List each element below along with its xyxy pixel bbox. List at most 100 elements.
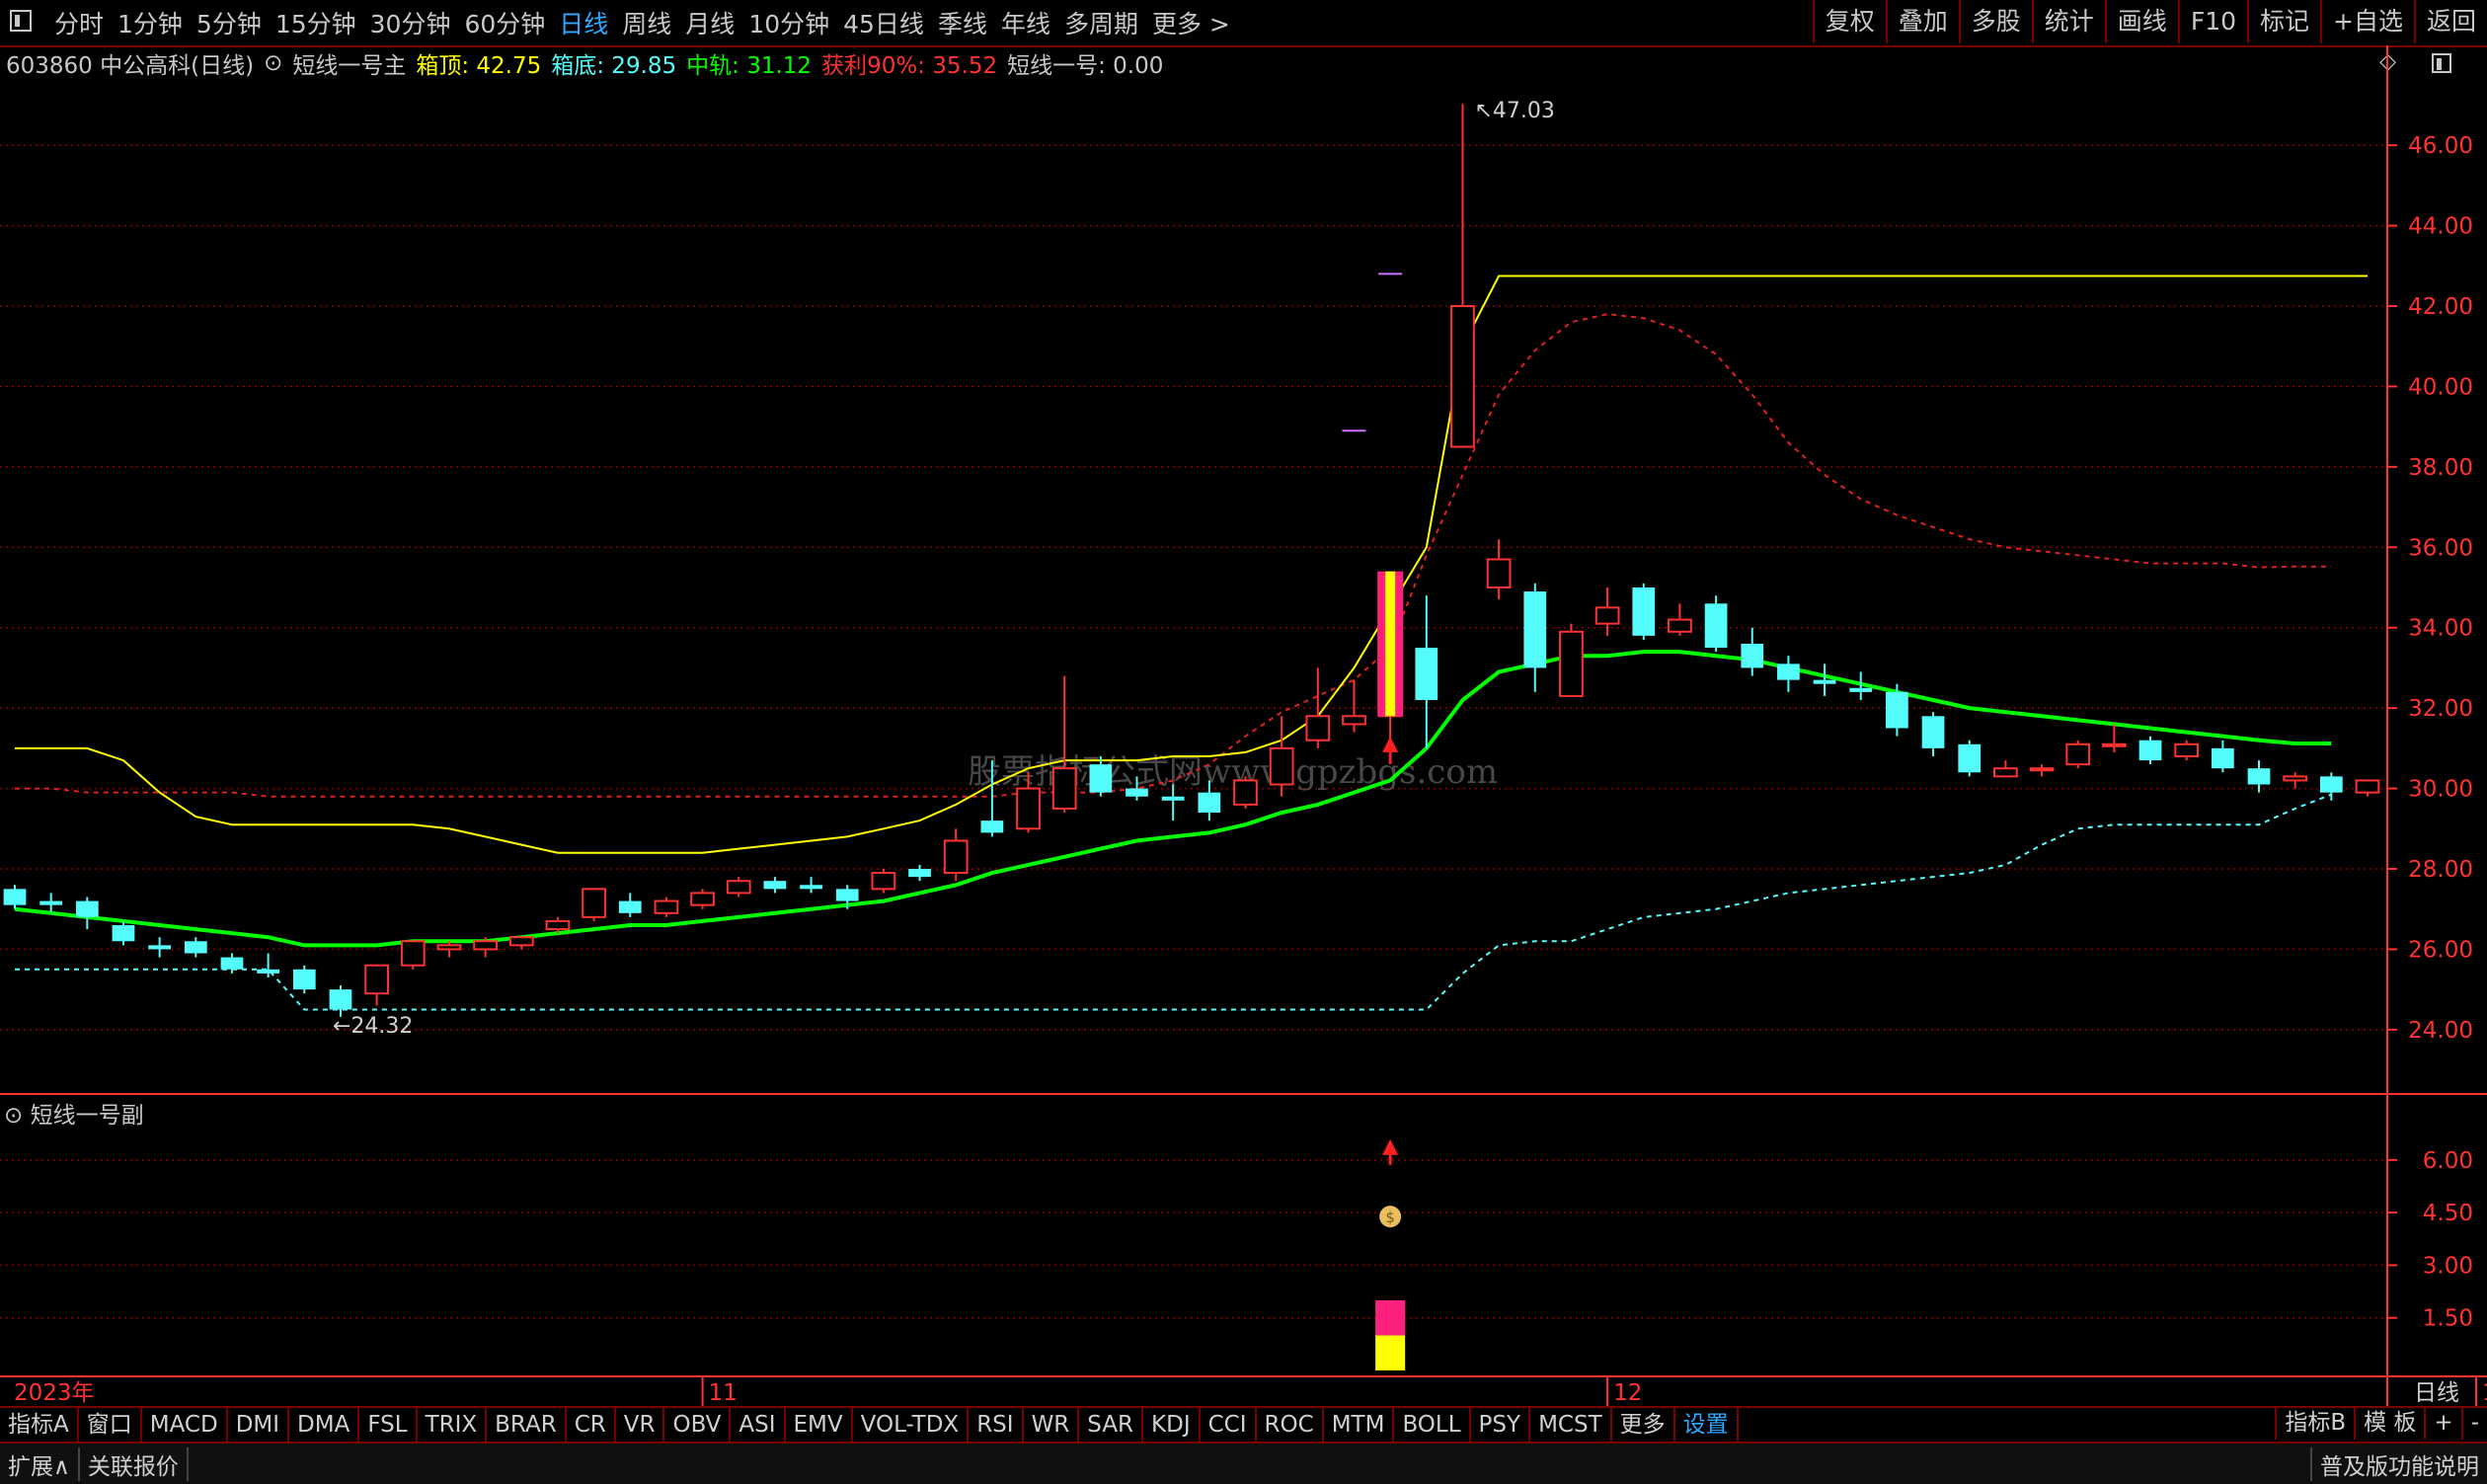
candle-body-29 [1051,767,1077,810]
sub-y-tick-label-3: 6.00 [2423,1148,2473,1174]
sub-y-tick-label-2: 4.50 [2423,1201,2473,1226]
tool-5[interactable]: F10 [2177,0,2247,43]
indicator-tab-3[interactable]: DMI [228,1408,290,1442]
indicator-tab-15[interactable]: WR [1024,1408,1080,1442]
candle-body-18 [654,899,679,914]
indicator-tab-19[interactable]: ROC [1257,1408,1324,1442]
indicator-tab-right-1[interactable]: 模 板 [2354,1406,2424,1440]
candle-body-40 [1450,305,1475,448]
period-10[interactable]: 45日线 [836,5,931,40]
candle-body-54 [1958,743,1982,773]
indicator-tab-10[interactable]: OBV [664,1408,732,1442]
tool-0[interactable]: 复权 [1812,0,1886,43]
period-indicator-label: 日线 [2414,1380,2459,1406]
tool-2[interactable]: 多股 [1958,0,2032,43]
indicator-tab-2[interactable]: MACD [142,1408,228,1442]
candle-body-60 [2174,742,2200,757]
indicator-tab-right-2[interactable]: + [2424,1406,2460,1440]
candle-body-64 [2319,776,2343,793]
indicator-tab-25[interactable]: 设置 [1675,1408,1739,1442]
indicator-tab-0[interactable]: 指标A [0,1408,79,1442]
max-price-label: ↖47.03 [1474,99,1554,123]
period-5[interactable]: 60分钟 [457,5,552,40]
indicator-tab-13[interactable]: VOL-TDX [853,1408,970,1442]
indicator-tab-9[interactable]: VR [616,1408,665,1442]
tool-1[interactable]: 叠加 [1885,0,1959,43]
indicator-tab-23[interactable]: MCST [1530,1408,1612,1442]
y-tick-label-5: 34.00 [2408,616,2473,642]
tool-6[interactable]: 标记 [2247,0,2320,43]
expand-button[interactable]: 扩展∧ [0,1446,80,1481]
period-6[interactable]: 日线 [552,5,615,40]
x-year-label: 2023年 [14,1380,95,1406]
period-3[interactable]: 15分钟 [269,5,363,40]
y-tick-label-8: 40.00 [2408,374,2473,400]
candle-body-20 [726,880,751,895]
indicator-tab-11[interactable]: ASI [731,1408,786,1442]
chart-area[interactable]: 24.00 26.00 28.00 30.00 32.00 34.00 36.00 38.00… [0,45,2487,1406]
candle-body-26 [943,839,969,875]
candle-body-9 [329,989,352,1010]
candle-body-21 [763,881,787,890]
edition-info-link[interactable]: 普及版功能说明 [2310,1446,2487,1481]
candle-body-19 [690,892,715,906]
indicator-tab-14[interactable]: RSI [969,1408,1024,1442]
sub-indicator-name[interactable]: 短线一号副 [31,1103,144,1129]
indicator-tab-24[interactable]: 更多 [1612,1408,1675,1442]
candle-body-56 [2029,767,2055,772]
indicator-tab-7[interactable]: BRAR [487,1408,567,1442]
candle-body-50 [1813,679,1836,684]
indicator-tab-8[interactable]: CR [567,1408,616,1442]
period-14[interactable]: 更多 > [1145,5,1237,40]
period-8[interactable]: 月线 [678,5,741,40]
period-9[interactable]: 10分钟 [741,5,836,40]
period-2[interactable]: 5分钟 [190,5,269,40]
candle-body-41 [1486,558,1512,588]
indicator-tabs: 指标A 窗口 MACD DMI DMA FSL TRIX BRAR CR VR OBV ASI EMV V… [0,1406,2487,1442]
period-0[interactable]: 分时 [47,5,111,40]
candle-body-27 [980,820,1004,833]
period-12[interactable]: 年线 [994,5,1057,40]
candle-body-59 [2138,740,2162,761]
candle-body-61 [2211,747,2234,769]
candle-body-4 [148,945,172,950]
candle-body-57 [2065,742,2091,766]
sub-bar-segment-1 [1375,1299,1406,1336]
tool-3[interactable]: 统计 [2031,0,2105,43]
period-13[interactable]: 多周期 [1057,5,1145,40]
indicator-tab-right-0[interactable]: 指标B [2275,1406,2354,1440]
indicator-tab-4[interactable]: DMA [289,1408,360,1442]
candle-body-25 [908,869,931,878]
y-tick-label-2: 28.00 [2408,857,2473,883]
indicator-tab-22[interactable]: PSY [1471,1408,1531,1442]
indicator-tab-21[interactable]: BOLL [1394,1408,1471,1442]
indicator-tab-17[interactable]: KDJ [1143,1408,1201,1442]
candle-body-22 [800,885,822,890]
sub-y-tick-label-0: 1.50 [2423,1306,2473,1332]
indicator-tab-12[interactable]: EMV [786,1408,853,1442]
panel-toggle-icon[interactable] [10,10,32,32]
period-7[interactable]: 周线 [615,5,678,40]
related-quote-button[interactable]: 关联报价 [80,1446,189,1481]
period-4[interactable]: 30分钟 [363,5,458,40]
tool-7[interactable]: +自选 [2320,0,2414,43]
indicator-tab-right-3[interactable]: - [2460,1406,2487,1440]
indicator-tab-20[interactable]: MTM [1324,1408,1395,1442]
candle-body-32 [1161,796,1185,801]
indicator-tab-18[interactable]: CCI [1201,1408,1257,1442]
candle-body-62 [2247,768,2271,785]
collapse-icon[interactable]: ⊙ [4,1103,23,1129]
indicator-tab-6[interactable]: TRIX [418,1408,488,1442]
indicator-tab-1[interactable]: 窗口 [79,1408,142,1442]
period-1[interactable]: 1分钟 [111,5,190,40]
candle-body-65 [2355,779,2380,794]
y-tick-label-4: 32.00 [2408,696,2473,722]
toolbar-tools: 复权 叠加 多股 统计 画线 F10 标记 +自选 返回 [1812,0,2487,45]
candle-body-16 [582,888,606,918]
tool-8[interactable]: 返回 [2413,0,2487,43]
indicator-tab-16[interactable]: SAR [1079,1408,1144,1442]
period-11[interactable]: 季线 [931,5,994,40]
candle-body-1 [39,900,63,905]
tool-4[interactable]: 画线 [2104,0,2178,43]
indicator-tab-5[interactable]: FSL [359,1408,418,1442]
